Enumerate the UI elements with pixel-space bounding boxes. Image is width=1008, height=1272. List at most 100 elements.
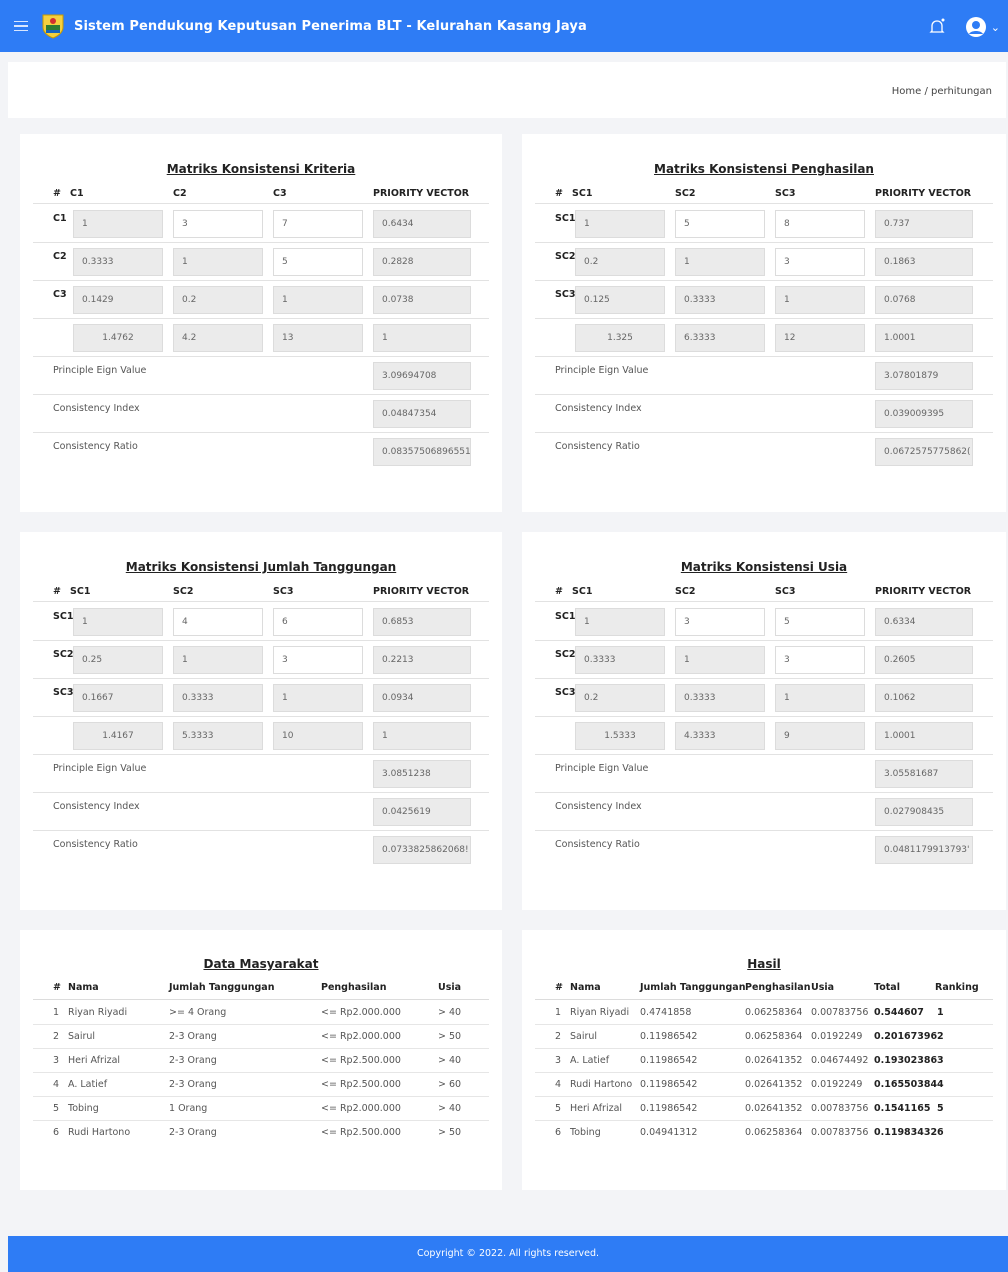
ci-label: Consistency Index <box>53 403 140 414</box>
bell-icon[interactable] <box>927 17 947 37</box>
row-label: SC2 <box>53 649 74 660</box>
cell-no: 6 <box>53 1127 60 1138</box>
matrix-cell: 1 <box>775 684 865 712</box>
priority-vector-cell: 0.0768 <box>875 286 973 314</box>
matrix-input[interactable]: 6 <box>273 608 363 636</box>
cell-ranking: 2 <box>937 1031 944 1042</box>
matrix-input[interactable]: 8 <box>775 210 865 238</box>
hasil-card: Hasil # Nama Jumlah Tanggungan Penghasil… <box>522 930 1006 1190</box>
table-row: 4 Rudi Hartono 0.11986542 0.02641352 0.0… <box>535 1073 993 1097</box>
matrix-cell: 0.3333 <box>675 286 765 314</box>
cell-total: 0.20167396 <box>874 1031 938 1042</box>
eigen-label: Principle Eign Value <box>53 365 147 376</box>
header-priority-vector: PRIORITY VECTOR <box>373 188 470 199</box>
priority-vector-cell: 0.2605 <box>875 646 973 674</box>
cell-total: 0.11983432 <box>874 1127 938 1138</box>
cell-tanggungan: 0.04941312 <box>640 1127 698 1138</box>
chevron-down-icon[interactable]: ⌄ <box>991 21 1000 34</box>
ci-label: Consistency Index <box>53 801 140 812</box>
cell-ranking: 5 <box>937 1103 944 1114</box>
matrix-input[interactable]: 3 <box>173 210 263 238</box>
cell-penghasilan: <= Rp2.000.000 <box>321 1007 401 1018</box>
top-navbar: Sistem Pendukung Keputusan Penerima BLT … <box>0 0 1008 52</box>
breadcrumb-bar: Home / perhitungan <box>8 62 1006 118</box>
user-avatar-icon[interactable] <box>965 16 987 38</box>
cell-ranking: 6 <box>937 1127 944 1138</box>
header-nama: Nama <box>570 982 601 993</box>
table-row: 5 Heri Afrizal 0.11986542 0.02641352 0.0… <box>535 1097 993 1121</box>
matrix-header: # SC1 SC2 SC3 PRIORITY VECTOR <box>33 580 489 602</box>
matrix-input[interactable]: 5 <box>775 608 865 636</box>
matrix-cell: 1 <box>73 608 163 636</box>
eigen-label: Principle Eign Value <box>555 763 649 774</box>
cell-no: 4 <box>555 1079 562 1090</box>
matrix-input[interactable]: 3 <box>775 248 865 276</box>
header-col-2: SC2 <box>173 586 194 597</box>
header-nama: Nama <box>68 982 99 993</box>
cell-penghasilan: 0.02641352 <box>745 1079 803 1090</box>
hamburger-icon[interactable] <box>14 20 28 32</box>
card-title: Matriks Konsistensi Jumlah Tanggungan <box>125 560 397 574</box>
matrix-total-row: 1.5333 4.3333 9 1.0001 <box>535 717 993 755</box>
cr-value: 0.0481179913793' <box>875 836 973 864</box>
matrix-header: # C1 C2 C3 PRIORITY VECTOR <box>33 182 489 204</box>
cell-nama: Tobing <box>570 1127 601 1138</box>
cell-penghasilan: <= Rp2.000.000 <box>321 1031 401 1042</box>
header-col-1: C1 <box>70 188 84 199</box>
ci-label: Consistency Index <box>555 801 642 812</box>
ci-row: Consistency Index 0.027908435 <box>535 793 993 831</box>
cr-row: Consistency Ratio 0.0733825862068! <box>33 831 489 869</box>
matrix-cell: 0.2 <box>575 248 665 276</box>
cell-nama: Rudi Hartono <box>68 1127 131 1138</box>
cell-usia: > 40 <box>438 1007 462 1018</box>
cell-usia: 0.04674492 <box>811 1055 869 1066</box>
matrix-input[interactable]: 5 <box>273 248 363 276</box>
matrix-row: SC3 0.125 0.3333 1 0.0768 <box>535 281 993 319</box>
matrix-row: SC1 1 3 5 0.6334 <box>535 603 993 641</box>
header-tanggungan: Jumlah Tanggungan <box>169 982 275 993</box>
cell-usia: 0.00783756 <box>811 1007 869 1018</box>
matrix-card-penghasilan: Matriks Konsistensi Penghasilan # SC1 SC… <box>522 134 1006 512</box>
header-col-1: SC1 <box>70 586 91 597</box>
matrix-cell: 0.3333 <box>575 646 665 674</box>
table-row: 1 Riyan Riyadi 0.4741858 0.06258364 0.00… <box>535 1001 993 1025</box>
cr-row: Consistency Ratio 0.0672575775862( <box>535 433 993 471</box>
priority-vector-cell: 0.0934 <box>373 684 471 712</box>
cell-usia: 0.00783756 <box>811 1127 869 1138</box>
table-row: 4 A. Latief 2-3 Orang <= Rp2.500.000 > 6… <box>33 1073 489 1097</box>
matrix-input[interactable]: 4 <box>173 608 263 636</box>
table-row: 6 Rudi Hartono 2-3 Orang <= Rp2.500.000 … <box>33 1121 489 1145</box>
matrix-input[interactable]: 3 <box>675 608 765 636</box>
matrix-input[interactable]: 7 <box>273 210 363 238</box>
cell-nama: Sairul <box>570 1031 598 1042</box>
cell-tanggungan: 0.4741858 <box>640 1007 692 1018</box>
total-cell: 6.3333 <box>675 324 765 352</box>
matrix-cell: 0.3333 <box>73 248 163 276</box>
cell-tanggungan: 0.11986542 <box>640 1079 698 1090</box>
matrix-header: # SC1 SC2 SC3 PRIORITY VECTOR <box>535 182 993 204</box>
card-title: Hasil <box>747 957 781 971</box>
cell-usia: > 40 <box>438 1055 462 1066</box>
table-row: 2 Sairul 2-3 Orang <= Rp2.000.000 > 50 <box>33 1025 489 1049</box>
cell-total: 0.544607 <box>874 1007 924 1018</box>
total-cell: 1.5333 <box>575 722 665 750</box>
header-col-2: C2 <box>173 188 187 199</box>
cell-nama: Tobing <box>68 1103 99 1114</box>
matrix-input[interactable]: 3 <box>273 646 363 674</box>
matrix-input[interactable]: 3 <box>775 646 865 674</box>
cell-no: 3 <box>53 1055 60 1066</box>
cell-nama: A. Latief <box>68 1079 108 1090</box>
cr-value: 0.0733825862068! <box>373 836 471 864</box>
cr-label: Consistency Ratio <box>555 839 640 850</box>
priority-vector-cell: 0.737 <box>875 210 973 238</box>
matrix-input[interactable]: 5 <box>675 210 765 238</box>
cell-no: 3 <box>555 1055 562 1066</box>
header-hash: # <box>555 586 563 597</box>
header-penghasilan: Penghasilan <box>745 982 811 993</box>
header-usia: Usia <box>438 982 462 993</box>
header-hash: # <box>555 188 563 199</box>
cell-usia: > 60 <box>438 1079 462 1090</box>
breadcrumb[interactable]: Home / perhitungan <box>892 86 992 97</box>
matrix-cell: 0.125 <box>575 286 665 314</box>
header-hash: # <box>555 982 563 993</box>
